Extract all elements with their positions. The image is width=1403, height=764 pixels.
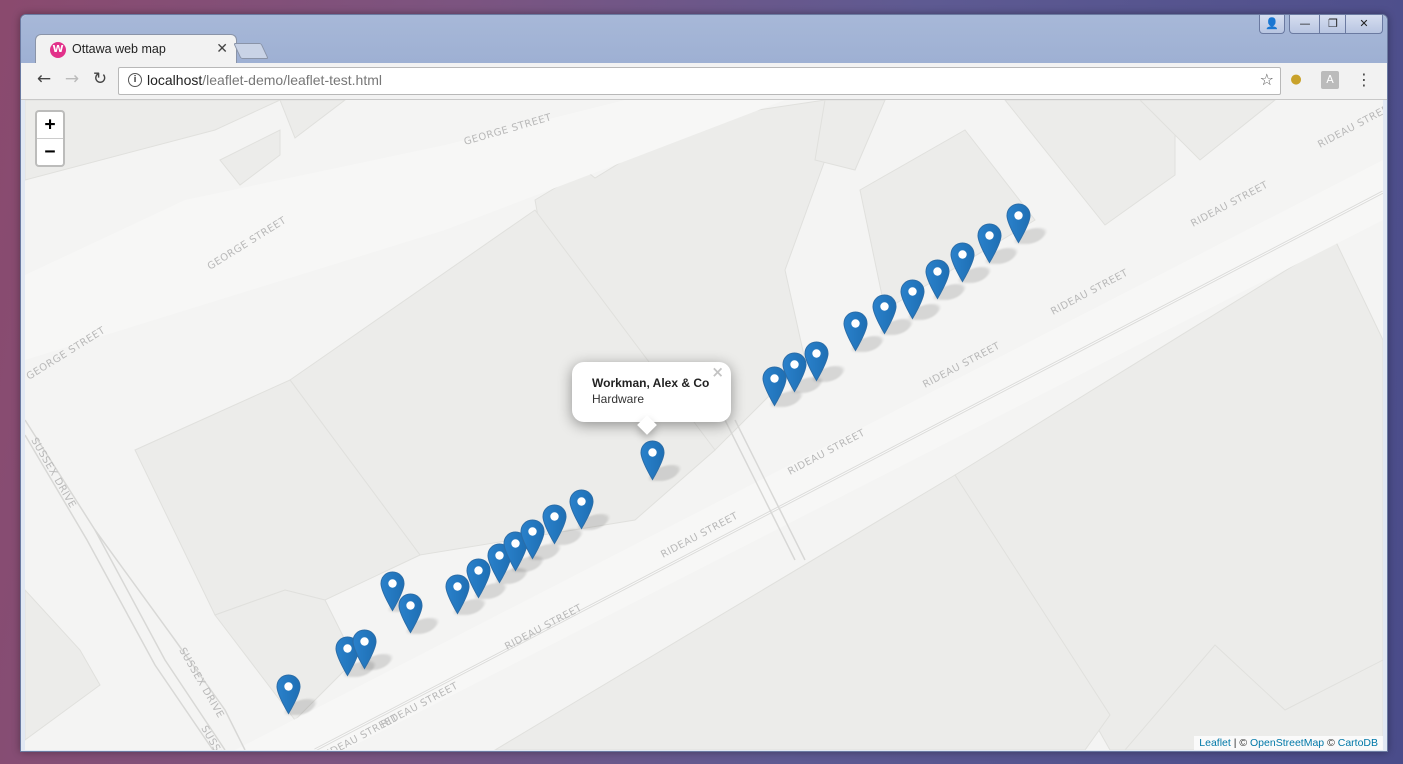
back-button[interactable]: ← bbox=[33, 69, 55, 89]
info-icon[interactable]: i bbox=[128, 73, 142, 87]
marker-popup: × Workman, Alex & Co Hardware bbox=[572, 362, 731, 435]
label-rideau-street-2: RIDEAU STREET bbox=[1189, 179, 1270, 229]
browser-window: W Ottawa web map ✕ 👤 — ❐ ✕ ← → ↻ i local… bbox=[20, 14, 1388, 752]
forward-button[interactable]: → bbox=[61, 69, 83, 89]
popup-close-icon[interactable]: × bbox=[711, 363, 724, 381]
reload-button[interactable]: ↻ bbox=[89, 69, 111, 89]
favicon-icon: W bbox=[50, 42, 66, 58]
tab-close-icon[interactable]: ✕ bbox=[216, 41, 228, 57]
zoom-out-button[interactable]: − bbox=[37, 139, 63, 165]
user-icon[interactable]: 👤 bbox=[1259, 15, 1285, 34]
map-marker-icon[interactable] bbox=[950, 242, 975, 283]
tab-ottawa-web-map[interactable]: W Ottawa web map ✕ bbox=[35, 34, 237, 65]
map-marker-icon[interactable] bbox=[1006, 203, 1031, 244]
label-sussex-drive-1: SUSSEX DRIVE bbox=[28, 436, 77, 510]
leaflet-link[interactable]: Leaflet bbox=[1199, 737, 1231, 749]
label-sussex-drive-2: SUSSEX DRIVE bbox=[176, 646, 225, 720]
map-marker-icon[interactable] bbox=[398, 593, 423, 634]
attribution-sep-2: © bbox=[1324, 737, 1338, 749]
map-marker-icon[interactable] bbox=[900, 279, 925, 320]
menu-icon[interactable]: ⋮ bbox=[1355, 71, 1373, 89]
new-tab-button[interactable] bbox=[233, 43, 269, 59]
map-marker-icon[interactable] bbox=[569, 489, 594, 530]
map-marker-icon[interactable] bbox=[276, 674, 301, 715]
maximize-button[interactable]: ❐ bbox=[1319, 15, 1347, 34]
zoom-control: + − bbox=[35, 110, 65, 167]
extension-icon[interactable]: ● bbox=[1287, 71, 1305, 89]
map-marker-icon[interactable] bbox=[843, 311, 868, 352]
pdf-extension-icon[interactable]: A bbox=[1321, 71, 1339, 89]
url-path: /leaflet-demo/leaflet-test.html bbox=[202, 72, 383, 88]
map-marker-icon[interactable] bbox=[804, 341, 829, 382]
map-marker-icon[interactable] bbox=[352, 629, 377, 670]
map-marker-icon[interactable] bbox=[925, 259, 950, 300]
popup-subtitle: Hardware bbox=[592, 392, 645, 406]
bookmark-star-icon[interactable]: ☆ bbox=[1260, 70, 1274, 89]
address-bar[interactable]: i localhost/leaflet-demo/leaflet-test.ht… bbox=[118, 67, 1281, 95]
url-host: localhost bbox=[147, 72, 203, 88]
title-bar: W Ottawa web map ✕ 👤 — ❐ ✕ bbox=[21, 15, 1387, 65]
zoom-in-button[interactable]: + bbox=[37, 112, 63, 139]
label-rideau-street-1: RIDEAU STREET bbox=[1316, 100, 1383, 150]
close-window-button[interactable]: ✕ bbox=[1345, 15, 1383, 34]
map-marker-icon[interactable] bbox=[542, 504, 567, 545]
map-container[interactable]: GEORGE STREET GEORGE STREET GEORGE STREE… bbox=[25, 100, 1383, 750]
popup-title: Workman, Alex & Co bbox=[592, 376, 710, 390]
openstreetmap-link[interactable]: OpenStreetMap bbox=[1250, 737, 1324, 749]
map-marker-icon[interactable] bbox=[872, 294, 897, 335]
map-tiles: GEORGE STREET GEORGE STREET GEORGE STREE… bbox=[25, 100, 1383, 750]
minimize-button[interactable]: — bbox=[1289, 15, 1321, 34]
cartodb-link[interactable]: CartoDB bbox=[1338, 737, 1378, 749]
browser-toolbar: ← → ↻ i localhost/leaflet-demo/leaflet-t… bbox=[21, 63, 1387, 100]
map-marker-icon[interactable] bbox=[640, 440, 665, 481]
map-marker-icon[interactable] bbox=[977, 223, 1002, 264]
url-text[interactable]: localhost/leaflet-demo/leaflet-test.html bbox=[147, 72, 382, 88]
map-attribution: Leaflet | © OpenStreetMap © CartoDB bbox=[1194, 736, 1383, 750]
attribution-sep-1: | © bbox=[1230, 737, 1251, 749]
tab-title: Ottawa web map bbox=[72, 42, 166, 56]
